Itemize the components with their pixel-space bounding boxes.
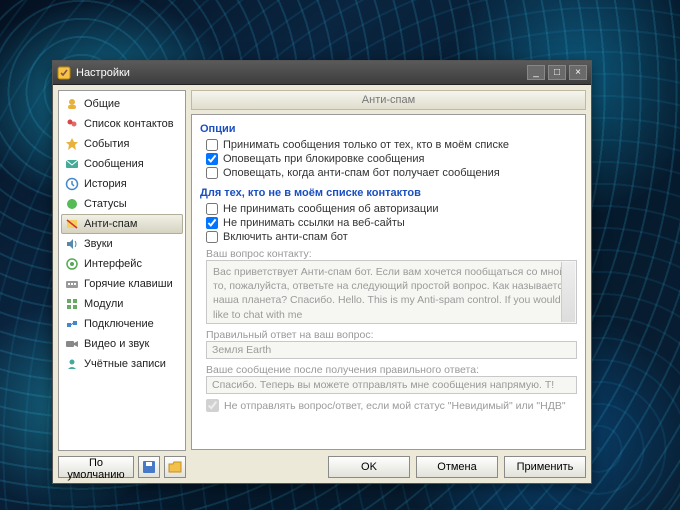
bot-question-textarea: Вас приветствует Анти-спам бот. Если вам…: [206, 260, 577, 324]
nav-label: Интерфейс: [84, 258, 142, 270]
bot-answer-label: Правильный ответ на ваш вопрос:: [206, 329, 577, 341]
nav-label: Статусы: [84, 198, 127, 210]
opt-only-from-list[interactable]: Принимать сообщения только от тех, кто в…: [206, 139, 577, 151]
nav-item-messages[interactable]: Сообщения: [61, 154, 183, 174]
opt-notify-on-block[interactable]: Оповещать при блокировке сообщения: [206, 153, 577, 165]
nav-label: Учётные записи: [84, 358, 166, 370]
nav-item-modules[interactable]: Модули: [61, 294, 183, 314]
nav-item-history[interactable]: История: [61, 174, 183, 194]
nav-item-general[interactable]: Общие: [61, 94, 183, 114]
nav-item-connection[interactable]: Подключение: [61, 314, 183, 334]
bot-disabled-section: Ваш вопрос контакту: Вас приветствует Ан…: [206, 248, 577, 412]
modules-icon: [65, 297, 79, 311]
opt-notify-bot-receive[interactable]: Оповещать, когда анти-спам бот получает …: [206, 167, 577, 179]
nav-label: История: [84, 178, 127, 190]
cancel-button[interactable]: Отмена: [416, 456, 498, 478]
group-heading-notinlist: Для тех, кто не в моём списке контактов: [200, 187, 577, 199]
nav-label: Общие: [84, 98, 120, 110]
sounds-icon: [65, 237, 79, 251]
bot-after-label: Ваше сообщение после получения правильно…: [206, 364, 577, 376]
maximize-button[interactable]: □: [548, 65, 566, 80]
window-title: Настройки: [76, 67, 130, 79]
checkbox-label: Не принимать ссылки на веб-сайты: [223, 217, 405, 229]
events-icon: [65, 137, 79, 151]
checkbox[interactable]: [206, 153, 218, 165]
nav-label: Видео и звук: [84, 338, 149, 350]
nav-item-interface[interactable]: Интерфейс: [61, 254, 183, 274]
accounts-icon: [65, 357, 79, 371]
nav-item-status[interactable]: Статусы: [61, 194, 183, 214]
opt-enable-bot[interactable]: Включить анти-спам бот: [206, 231, 577, 243]
checkbox-label: Включить анти-спам бот: [223, 231, 348, 243]
contacts-icon: [65, 117, 79, 131]
nav-label: Список контактов: [84, 118, 174, 130]
sidebar: Общие Список контактов События Сообщения…: [58, 90, 186, 478]
checkbox[interactable]: [206, 203, 218, 215]
nav-item-sounds[interactable]: Звуки: [61, 234, 183, 254]
ok-button[interactable]: OK: [328, 456, 410, 478]
app-icon: [57, 66, 71, 80]
opt-reject-auth[interactable]: Не принимать сообщения об авторизации: [206, 203, 577, 215]
nav-list: Общие Список контактов События Сообщения…: [58, 90, 186, 451]
bot-skip-invisible: Не отправлять вопрос/ответ, если мой ста…: [206, 399, 577, 412]
defaults-button[interactable]: По умолчанию: [58, 456, 134, 478]
titlebar[interactable]: Настройки _ □ ×: [53, 61, 591, 85]
bot-answer-input: Земля Earth: [206, 341, 577, 359]
save-icon: [142, 460, 156, 474]
status-icon: [65, 197, 79, 211]
minimize-button[interactable]: _: [527, 65, 545, 80]
nav-item-av[interactable]: Видео и звук: [61, 334, 183, 354]
group-heading-options: Опции: [200, 123, 577, 135]
checkbox-label: Не принимать сообщения об авторизации: [223, 203, 439, 215]
panel-title: Анти-спам: [191, 90, 586, 110]
nav-label: Сообщения: [84, 158, 144, 170]
checkbox[interactable]: [206, 217, 218, 229]
checkbox[interactable]: [206, 139, 218, 151]
nav-item-accounts[interactable]: Учётные записи: [61, 354, 183, 374]
interface-icon: [65, 257, 79, 271]
close-button[interactable]: ×: [569, 65, 587, 80]
main-panel: Анти-спам Опции Принимать сообщения толь…: [191, 90, 586, 478]
save-profile-button[interactable]: [138, 456, 160, 478]
checkbox[interactable]: [206, 167, 218, 179]
nav-item-antispam[interactable]: Анти-спам: [61, 214, 183, 234]
open-profile-button[interactable]: [164, 456, 186, 478]
checkbox-label: Не отправлять вопрос/ответ, если мой ста…: [224, 400, 566, 412]
av-icon: [65, 337, 79, 351]
checkbox-label: Оповещать при блокировке сообщения: [223, 153, 425, 165]
nav-label: Анти-спам: [84, 218, 137, 230]
nav-item-hotkeys[interactable]: Горячие клавиши: [61, 274, 183, 294]
checkbox: [206, 399, 219, 412]
bot-question-label: Ваш вопрос контакту:: [206, 248, 577, 260]
nav-label: Модули: [84, 298, 123, 310]
messages-icon: [65, 157, 79, 171]
history-icon: [65, 177, 79, 191]
settings-window: Настройки _ □ × Общие Список контактов С…: [52, 60, 592, 484]
nav-label: Подключение: [84, 318, 154, 330]
apply-button[interactable]: Применить: [504, 456, 586, 478]
dialog-footer: OK Отмена Применить: [191, 456, 586, 478]
folder-icon: [168, 460, 182, 474]
nav-label: Звуки: [84, 238, 113, 250]
connection-icon: [65, 317, 79, 331]
checkbox-label: Принимать сообщения только от тех, кто в…: [223, 139, 509, 151]
nav-label: События: [84, 138, 129, 150]
nav-item-events[interactable]: События: [61, 134, 183, 154]
opt-reject-links[interactable]: Не принимать ссылки на веб-сайты: [206, 217, 577, 229]
checkbox[interactable]: [206, 231, 218, 243]
bot-after-input: Спасибо. Теперь вы можете отправлять мне…: [206, 376, 577, 394]
nav-item-contacts[interactable]: Список контактов: [61, 114, 183, 134]
general-icon: [65, 97, 79, 111]
hotkeys-icon: [65, 277, 79, 291]
panel-body: Опции Принимать сообщения только от тех,…: [191, 114, 586, 450]
nav-label: Горячие клавиши: [84, 278, 173, 290]
antispam-icon: [65, 217, 79, 231]
checkbox-label: Оповещать, когда анти-спам бот получает …: [223, 167, 500, 179]
